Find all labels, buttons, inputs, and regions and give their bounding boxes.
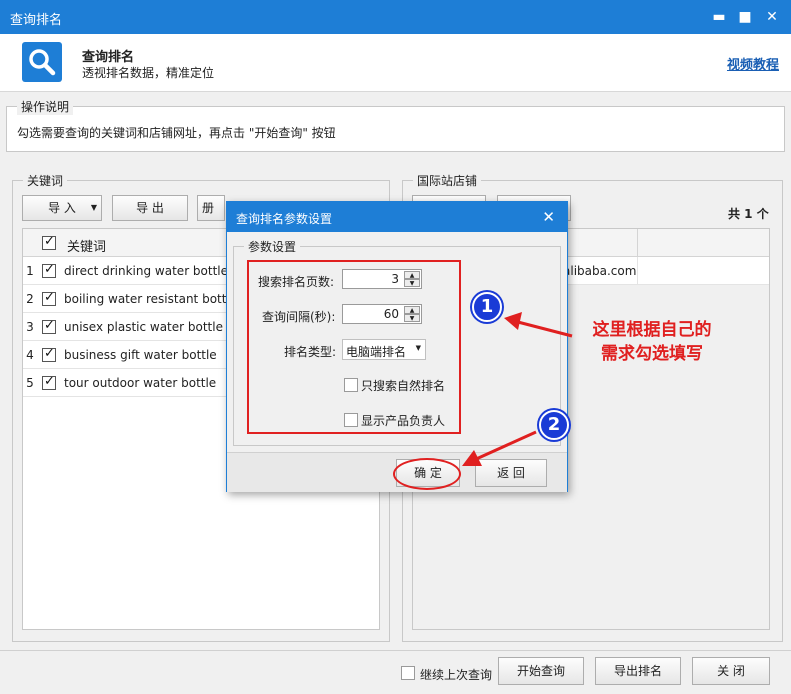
title-bar: 查询排名 ▬ ■ ✕ — [0, 0, 791, 34]
row-checkbox[interactable] — [42, 374, 56, 390]
row-number: 4 — [26, 348, 34, 362]
dialog-title: 查询排名参数设置 — [236, 212, 333, 226]
import-button[interactable]: 导 入 ▼ — [22, 195, 102, 221]
export-keywords-button[interactable]: 导 出 — [112, 195, 188, 221]
keywords-legend: 关键词 — [23, 172, 68, 189]
keyword-cell: direct drinking water bottle — [64, 264, 229, 278]
keyword-cell: tour outdoor water bottle — [64, 376, 217, 390]
export-ranking-button[interactable]: 导出排名 — [595, 657, 681, 685]
select-all-checkbox[interactable] — [42, 234, 56, 250]
keyword-cell: boiling water resistant bottle — [64, 292, 238, 306]
instructions-group: 操作说明 勾选需要查询的关键词和店铺网址，再点击 "开始查询" 按钮 — [6, 98, 785, 152]
delete-keywords-button[interactable]: 册 — [197, 195, 225, 221]
settings-dialog: 查询排名参数设置 ✕ 参数设置 搜索排名页数: 3 ▲ ▼ 查询间隔(秒): 6… — [226, 201, 568, 492]
annotation-note-line1: 这里根据自己的 — [592, 320, 712, 340]
video-tutorial-link[interactable]: 视频教程 — [727, 54, 779, 73]
store-count: 共 1 个 — [728, 207, 769, 221]
params-legend: 参数设置 — [244, 238, 301, 255]
highlight-box — [247, 260, 461, 434]
maximize-icon[interactable]: ■ — [734, 6, 756, 28]
window-title: 查询排名 — [10, 13, 63, 28]
continue-last-checkbox[interactable] — [401, 666, 415, 680]
start-query-button[interactable]: 开始查询 — [498, 657, 584, 685]
delete-label: 册 — [202, 201, 215, 215]
keyword-cell: business gift water bottle — [64, 348, 217, 362]
continue-last-label: 继续上次查询 — [420, 668, 493, 682]
footer-divider — [0, 650, 791, 651]
step-badge-2: 2 — [539, 410, 569, 440]
header-subtitle: 透视排名数据，精准定位 — [82, 66, 215, 80]
back-button[interactable]: 返 回 — [475, 459, 547, 487]
row-checkbox[interactable] — [42, 318, 56, 334]
header: 查询排名 透视排名数据，精准定位 视频教程 — [0, 34, 791, 92]
stores-legend: 国际站店铺 — [413, 172, 482, 189]
row-number: 3 — [26, 320, 34, 334]
step-badge-1: 1 — [472, 292, 502, 322]
annotation-note-line2: 需求勾选填写 — [601, 344, 703, 364]
row-number: 5 — [26, 376, 34, 390]
search-icon — [22, 42, 62, 82]
instructions-legend: 操作说明 — [17, 98, 74, 115]
annotation-note: 这里根据自己的 需求勾选填写 — [572, 318, 732, 366]
header-title: 查询排名 — [82, 50, 135, 65]
chevron-down-icon: ▼ — [90, 203, 97, 212]
import-label: 导 入 — [48, 201, 76, 215]
row-checkbox[interactable] — [42, 262, 56, 278]
dialog-title-bar: 查询排名参数设置 ✕ — [227, 202, 567, 232]
keyword-column-header: 关键词 — [67, 240, 107, 255]
keyword-cell: unisex plastic water bottle — [64, 320, 223, 334]
dialog-close-icon[interactable]: ✕ — [542, 208, 555, 226]
column-divider — [637, 229, 638, 257]
close-button[interactable]: 关 闭 — [692, 657, 770, 685]
row-checkbox[interactable] — [42, 346, 56, 362]
instructions-text: 勾选需要查询的关键词和店铺网址，再点击 "开始查询" 按钮 — [17, 126, 336, 140]
row-number: 2 — [26, 292, 34, 306]
store-url-cell: alibaba.com — [563, 264, 637, 278]
row-checkbox[interactable] — [42, 290, 56, 306]
row-number: 1 — [26, 264, 34, 278]
highlight-ellipse — [393, 458, 461, 490]
column-divider — [637, 257, 638, 285]
minimize-icon[interactable]: ▬ — [708, 6, 730, 28]
close-icon[interactable]: ✕ — [761, 6, 783, 28]
